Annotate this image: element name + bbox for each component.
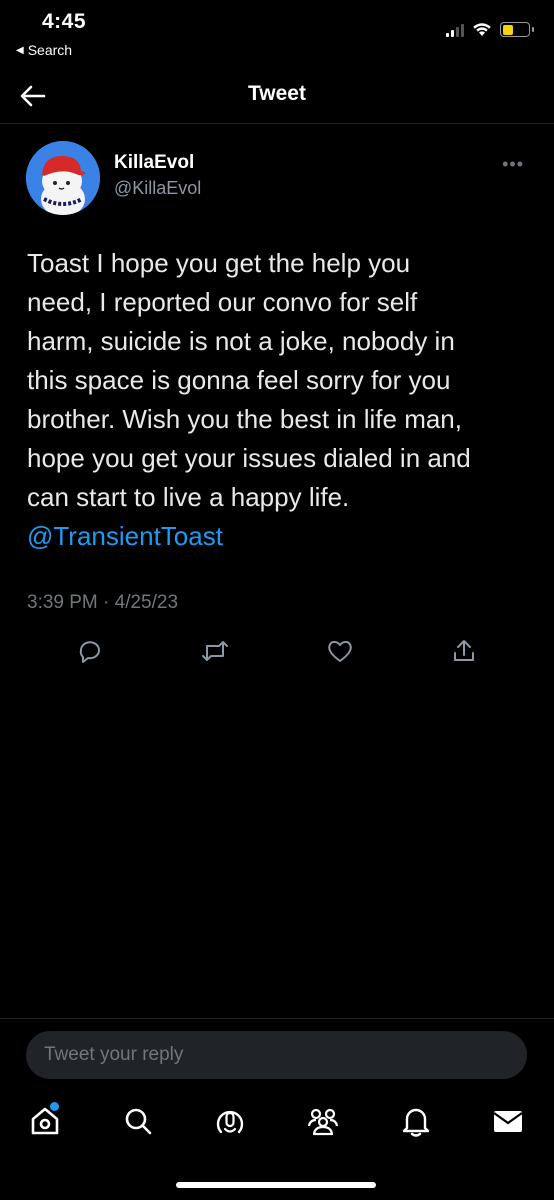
display-name[interactable]: KillaEvol	[114, 152, 201, 174]
top-header: Tweet	[0, 68, 554, 124]
status-icons	[446, 22, 534, 37]
share-icon[interactable]	[449, 636, 479, 666]
more-options-icon[interactable]: •••	[502, 154, 524, 175]
status-bar: 4:45 ◀ Search	[0, 0, 554, 68]
spaces-icon	[216, 1110, 244, 1134]
tweet-text: Toast I hope you get the help you need, …	[27, 244, 533, 556]
tweet-actions	[0, 636, 554, 672]
tweet-text-line: need, I reported our convo for self	[27, 287, 418, 317]
nav-spaces[interactable]	[213, 1104, 247, 1138]
messages-icon	[493, 1111, 523, 1132]
tweet-text-line: harm, suicide is not a joke, nobody in	[27, 326, 455, 356]
nav-home[interactable]	[28, 1102, 62, 1138]
tweet-text-line: hope you get your issues dialed in and	[27, 443, 471, 473]
communities-icon	[307, 1108, 339, 1136]
nav-search[interactable]	[121, 1104, 155, 1138]
tweet-text-line: can start to live a happy life.	[27, 482, 350, 512]
back-app-label: Search	[27, 42, 73, 58]
reply-input[interactable]: Tweet your reply	[26, 1031, 527, 1079]
user-info[interactable]: KillaEvol @KillaEvol	[114, 152, 201, 199]
tweet-text-line: brother. Wish you the best in life man,	[27, 404, 462, 434]
bottom-nav	[0, 1098, 554, 1168]
mention-link[interactable]: @TransientToast	[27, 517, 533, 556]
nav-notifications[interactable]	[399, 1104, 433, 1138]
cellular-signal-icon	[446, 23, 464, 37]
back-to-app-link[interactable]: ◀ Search	[16, 42, 72, 58]
search-icon	[125, 1108, 152, 1135]
page-title: Tweet	[248, 82, 306, 105]
tweet-text-line: Toast I hope you get the help you	[27, 248, 411, 278]
tweet-text-line: this space is gonna feel sorry for you	[27, 365, 451, 395]
reply-bar: Tweet your reply	[0, 1018, 554, 1098]
back-triangle-icon: ◀	[16, 44, 24, 56]
reply-icon[interactable]	[75, 636, 105, 666]
tweet-timestamp: 3:39 PM · 4/25/23	[27, 592, 179, 613]
avatar[interactable]	[26, 141, 100, 215]
retweet-icon[interactable]	[200, 636, 230, 666]
user-handle[interactable]: @KillaEvol	[114, 178, 201, 199]
nav-messages[interactable]	[491, 1104, 525, 1138]
nav-communities[interactable]	[306, 1104, 340, 1138]
like-icon[interactable]	[325, 636, 355, 666]
wifi-icon	[473, 23, 491, 36]
notifications-icon	[402, 1108, 430, 1137]
avatar-image	[26, 141, 100, 215]
battery-icon	[500, 22, 534, 37]
home-notification-dot	[50, 1102, 59, 1111]
home-indicator	[176, 1182, 376, 1188]
status-time: 4:45	[42, 10, 87, 33]
